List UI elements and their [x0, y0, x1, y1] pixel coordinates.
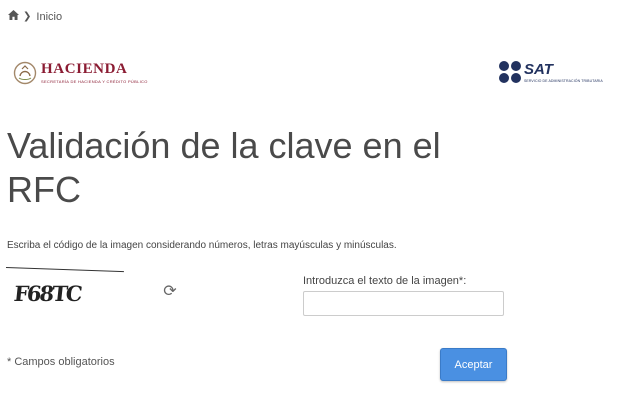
sat-logo-text: SAT [524, 60, 553, 78]
captcha-instructions: Escriba el código de la imagen considera… [7, 240, 397, 251]
hacienda-logo-subtext: SECRETARÍA DE HACIENDA Y CRÉDITO PÚBLICO [41, 79, 148, 84]
home-icon[interactable] [8, 10, 19, 23]
captcha-text: F68TC [12, 281, 82, 306]
captcha-image: F68TC [5, 264, 126, 310]
breadcrumb-current[interactable]: Inicio [36, 11, 62, 23]
sat-logo: SAT SERVICIO DE ADMINISTRACIÓN TRIBUTARI… [499, 61, 603, 83]
captcha-input[interactable] [303, 291, 504, 316]
sat-dots-icon [499, 61, 521, 83]
breadcrumb: ❯ Inicio [8, 10, 62, 23]
refresh-captcha-icon[interactable]: ⟳ [161, 283, 179, 301]
captcha-noise-line [5, 267, 124, 273]
sat-logo-subtext: SERVICIO DE ADMINISTRACIÓN TRIBUTARIA [524, 78, 603, 83]
required-fields-note: * Campos obligatorios [7, 356, 115, 368]
submit-button[interactable]: Aceptar [440, 348, 507, 381]
captcha-input-label: Introduzca el texto de la imagen*: [303, 275, 467, 287]
page-title: Validación de la clave en el RFC [7, 125, 441, 210]
chevron-right-icon: ❯ [23, 11, 32, 22]
hacienda-logo-text: HACIENDA [41, 61, 128, 77]
coat-of-arms-icon [13, 61, 37, 85]
hacienda-logo: HACIENDA SECRETARÍA DE HACIENDA Y CRÉDIT… [13, 61, 148, 85]
